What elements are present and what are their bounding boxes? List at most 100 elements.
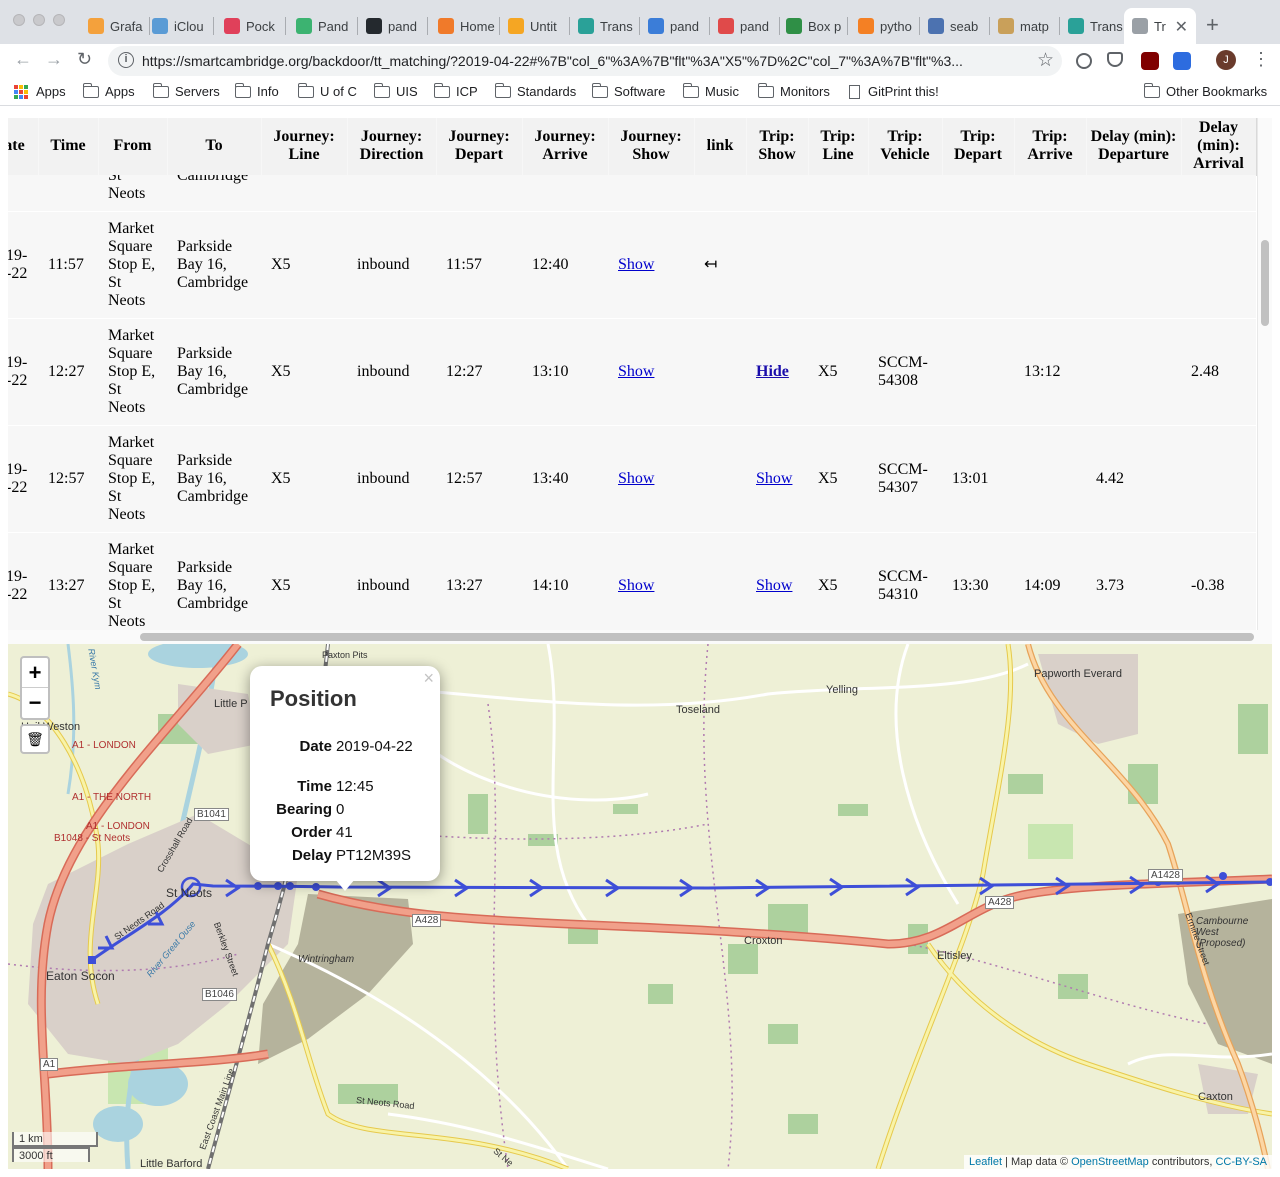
column-header[interactable]: Trip: Line (808, 118, 869, 176)
trip-show-link[interactable]: Show (756, 470, 792, 487)
browser-tab[interactable]: Pand (288, 8, 358, 44)
window-close-button[interactable] (13, 14, 25, 26)
browser-tab[interactable]: Untit (500, 8, 570, 44)
scrollbar-thumb[interactable] (140, 633, 1254, 641)
back-icon[interactable]: ← (14, 49, 32, 70)
bookmark-label: Music (705, 84, 739, 99)
table-cell-d-arr (1181, 211, 1256, 319)
browser-tab[interactable]: Pock (216, 8, 286, 44)
column-header[interactable]: From (98, 118, 168, 176)
column-header[interactable]: Journey: Show (608, 118, 695, 176)
column-header[interactable]: Date (8, 118, 39, 176)
bookmark-folder-icp[interactable]: ICP (433, 82, 478, 99)
column-header[interactable]: Trip: Arrive (1014, 118, 1087, 176)
column-header[interactable]: link (694, 118, 747, 176)
table-cell-d-dep: 4.42 (1086, 425, 1181, 533)
ublock-extension-icon[interactable] (1141, 52, 1159, 70)
journey-show-link[interactable]: Show (618, 256, 654, 273)
column-header[interactable]: Journey: Depart (436, 118, 523, 176)
bookmark-folder-monitors[interactable]: Monitors (757, 82, 830, 99)
window-zoom-button[interactable] (53, 14, 65, 26)
browser-tab[interactable]: pand (710, 8, 780, 44)
bookmark-star-icon[interactable]: ☆ (1037, 49, 1054, 72)
column-header[interactable]: Trip: Depart (942, 118, 1015, 176)
browser-tab[interactable]: Box p (778, 8, 848, 44)
reload-icon[interactable]: ↻ (77, 49, 92, 70)
forward-icon[interactable]: → (45, 49, 63, 70)
tab-label: pand (740, 18, 769, 34)
leaflet-link[interactable]: Leaflet (969, 1156, 1002, 1168)
bookmark-folder-standards[interactable]: Standards (494, 82, 576, 99)
profile-avatar[interactable]: J (1216, 50, 1236, 70)
bookmark-folder-servers[interactable]: Servers (152, 82, 220, 99)
scrollbar-thumb[interactable] (1261, 240, 1269, 326)
url-text[interactable]: https://smartcambridge.org/backdoor/tt_m… (142, 53, 1022, 69)
journey-show-link[interactable]: Show (618, 470, 654, 487)
table-cell-date: 2019-04-22 (8, 532, 38, 630)
window-minimize-button[interactable] (33, 14, 45, 26)
bookmark-label: ICP (456, 84, 478, 99)
zoom-out-button[interactable]: − (22, 688, 48, 718)
column-header[interactable]: Trip: Vehicle (868, 118, 943, 176)
bookmark-folder-music[interactable]: Music (682, 82, 739, 99)
trip-show-link[interactable]: Show (756, 577, 792, 594)
extension-badge-icon[interactable] (1173, 52, 1191, 70)
extension-info-icon[interactable] (1076, 53, 1092, 69)
column-header[interactable]: Delay (min): Arrival (1181, 118, 1257, 176)
journey-show-link[interactable]: Show (618, 363, 654, 380)
bookmark-folder-other[interactable]: Other Bookmarks (1143, 82, 1267, 99)
new-tab-button[interactable]: + (1206, 12, 1219, 38)
table-cell-to: Parkside Bay 16, Cambridge (167, 318, 261, 426)
popup-close-button[interactable]: × (423, 668, 434, 689)
column-header[interactable]: Delay (min): Departure (1086, 118, 1182, 176)
table-cell-t-arrive: 14:09 (1014, 532, 1086, 630)
place-label-little-paxton: Little P (214, 698, 248, 710)
place-label-st-neots: St Neots (166, 886, 213, 900)
zoom-in-button[interactable]: + (22, 658, 48, 688)
tab-close-icon[interactable]: ✕ (1175, 17, 1188, 37)
browser-tab[interactable]: Tr ✕ (1124, 8, 1196, 44)
browser-tab[interactable]: Home (430, 8, 500, 44)
browser-tab[interactable]: Trans (1060, 8, 1130, 44)
browser-tab[interactable]: matp (990, 8, 1060, 44)
bookmark-label: Apps (36, 84, 66, 99)
bookmark-folder-software[interactable]: Software (591, 82, 665, 99)
browser-tab[interactable]: pytho (850, 8, 920, 44)
timetable-match-table-viewport[interactable]: DateTimeFromToJourney: LineJourney: Dire… (8, 118, 1272, 630)
column-header[interactable]: Journey: Line (261, 118, 348, 176)
bookmark-folder-u-of-c[interactable]: U of C (297, 82, 357, 99)
browser-tab[interactable]: pand (358, 8, 428, 44)
table-cell-date: 2019-04-22 (8, 318, 38, 426)
browser-tab[interactable]: Trans (570, 8, 640, 44)
column-header[interactable]: To (167, 118, 262, 176)
bookmark-folder-apps[interactable]: Apps (82, 82, 135, 99)
route-map[interactable]: Papworth Everard Yelling Toseland Little… (8, 644, 1272, 1169)
bookmark-folder-uis[interactable]: UIS (373, 82, 418, 99)
browser-tab[interactable]: seab (920, 8, 990, 44)
column-header[interactable]: Journey: Direction (347, 118, 437, 176)
browser-tab[interactable]: pand (640, 8, 710, 44)
table-vertical-scrollbar[interactable] (1257, 118, 1272, 630)
browser-tab[interactable]: iClou (144, 8, 214, 44)
popup-value: 0 (336, 801, 345, 818)
journey-show-link[interactable]: Show (618, 577, 654, 594)
pocket-extension-icon[interactable] (1107, 52, 1123, 67)
bookmark-gitprint[interactable]: GitPrint this! (849, 84, 939, 99)
address-bar[interactable]: i https://smartcambridge.org/backdoor/tt… (108, 46, 1062, 76)
trip-show-link[interactable]: Hide (756, 363, 789, 380)
osm-link[interactable]: OpenStreetMap (1071, 1156, 1149, 1168)
clear-trash-icon[interactable]: 🗑 (20, 724, 50, 754)
bookmark-folder-info[interactable]: Info (234, 82, 279, 99)
browser-menu-icon[interactable]: ⋮ (1252, 49, 1270, 70)
column-header[interactable]: Time (38, 118, 99, 176)
column-header[interactable]: Journey: Arrive (522, 118, 609, 176)
site-info-icon[interactable]: i (118, 52, 134, 68)
table-cell-link[interactable]: ↤ (694, 211, 746, 319)
license-link[interactable]: CC-BY-SA (1215, 1156, 1267, 1168)
column-header[interactable]: Trip: Show (746, 118, 809, 176)
popup-value: 2019-04-22 (336, 738, 413, 755)
popup-tip (335, 879, 355, 891)
bookmark-apps-launcher[interactable]: Apps (14, 84, 66, 99)
table-horizontal-scrollbar[interactable] (8, 630, 1272, 644)
browser-tab[interactable]: Grafa (80, 8, 150, 44)
